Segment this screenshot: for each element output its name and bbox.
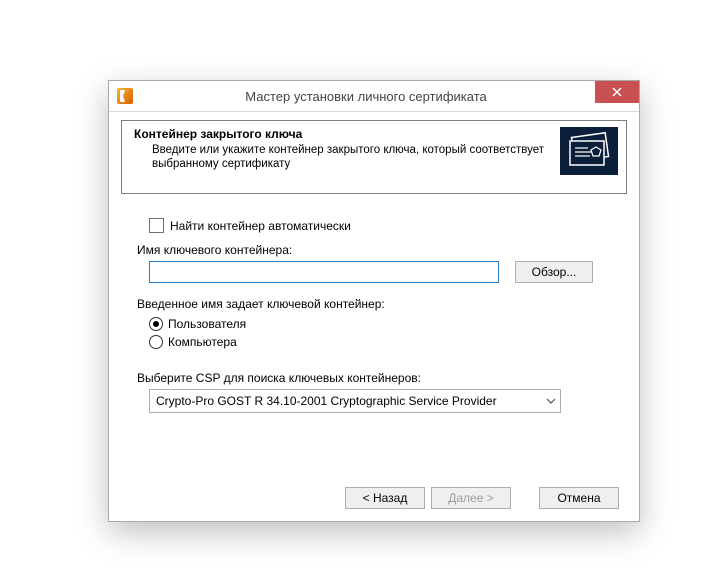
window-title: Мастер установки личного сертификата xyxy=(133,89,639,104)
close-button[interactable] xyxy=(595,81,639,103)
wizard-window: Мастер установки личного сертификата Кон… xyxy=(108,80,640,522)
radio-user-row[interactable]: Пользователя xyxy=(149,315,611,333)
header-title: Контейнер закрытого ключа xyxy=(134,127,554,141)
header-banner: Контейнер закрытого ключа Введите или ук… xyxy=(121,120,627,194)
chevron-down-icon xyxy=(546,398,556,404)
radio-user-label: Пользователя xyxy=(168,315,246,333)
csp-selected-value: Crypto-Pro GOST R 34.10-2001 Cryptograph… xyxy=(156,394,497,408)
radio-computer-row[interactable]: Компьютера xyxy=(149,333,611,351)
next-button: Далее > xyxy=(431,487,511,509)
button-bar: < Назад Далее > Отмена xyxy=(109,474,639,521)
header-text: Контейнер закрытого ключа Введите или ук… xyxy=(134,127,560,172)
title-bar: Мастер установки личного сертификата xyxy=(109,81,639,112)
back-button[interactable]: < Назад xyxy=(345,487,425,509)
csp-label: Выберите CSP для поиска ключевых контейн… xyxy=(137,371,611,385)
container-name-label: Имя ключевого контейнера: xyxy=(137,243,611,257)
browse-button[interactable]: Обзор... xyxy=(515,261,593,283)
radio-user[interactable] xyxy=(149,317,163,331)
auto-find-checkbox-row[interactable]: Найти контейнер автоматически xyxy=(149,218,611,233)
cancel-button[interactable]: Отмена xyxy=(539,487,619,509)
container-name-input[interactable] xyxy=(149,261,499,283)
auto-find-checkbox[interactable] xyxy=(149,218,164,233)
certificate-icon xyxy=(560,127,618,175)
app-icon xyxy=(117,88,133,104)
auto-find-label: Найти контейнер автоматически xyxy=(170,219,351,233)
body-area: Найти контейнер автоматически Имя ключев… xyxy=(109,194,639,413)
scope-label: Введенное имя задает ключевой контейнер: xyxy=(137,297,611,311)
header-description: Введите или укажите контейнер закрытого … xyxy=(134,143,554,172)
csp-select[interactable]: Crypto-Pro GOST R 34.10-2001 Cryptograph… xyxy=(149,389,561,413)
close-icon xyxy=(612,87,622,97)
radio-computer[interactable] xyxy=(149,335,163,349)
radio-computer-label: Компьютера xyxy=(168,333,237,351)
